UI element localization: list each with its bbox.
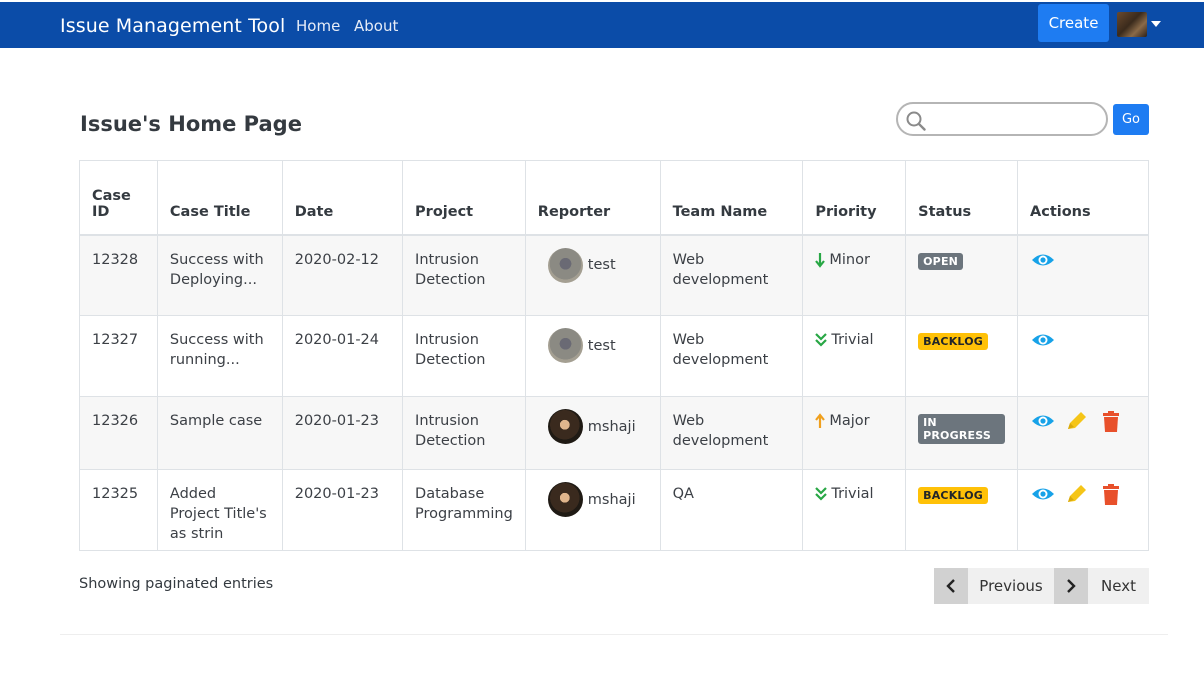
edit-pencil-icon[interactable]	[1064, 484, 1090, 506]
page-title: Issue's Home Page	[80, 112, 302, 136]
column-header-actions: Actions	[1017, 160, 1149, 236]
table-row: 12327 Success with running... 2020-01-24…	[79, 315, 1149, 397]
double-chevron-down-icon	[815, 487, 828, 501]
delete-trash-icon[interactable]	[1098, 411, 1124, 433]
reporter-avatar	[547, 482, 583, 517]
pagination-info: Showing paginated entries	[79, 576, 274, 592]
arrow-up-icon	[815, 413, 826, 428]
case-team: Web development	[659, 234, 804, 316]
table-row: 12326 Sample case 2020-01-23 Intrusion D…	[79, 396, 1149, 470]
case-id: 12328	[79, 234, 158, 316]
case-reporter: mshaji	[524, 469, 661, 551]
reporter-name: test	[587, 257, 616, 273]
delete-trash-icon[interactable]	[1098, 484, 1124, 506]
case-actions	[1017, 234, 1149, 316]
user-avatar[interactable]	[1117, 12, 1147, 37]
case-status: BACKLOG	[905, 315, 1018, 397]
case-priority: Trivial	[802, 469, 907, 551]
case-priority: Major	[802, 396, 907, 470]
chevron-right-icon[interactable]	[1054, 568, 1088, 604]
case-project: Intrusion Detection	[402, 315, 526, 397]
case-team: QA	[659, 469, 804, 551]
case-project: Database Programming	[402, 469, 526, 551]
column-header-team-name[interactable]: Team Name	[659, 160, 804, 236]
edit-pencil-icon[interactable]	[1064, 411, 1090, 433]
priority-label: Trivial	[831, 486, 874, 502]
search-go-button[interactable]: Go	[1113, 104, 1149, 135]
priority-label: Minor	[829, 251, 870, 268]
reporter-name: test	[587, 337, 616, 354]
search-input[interactable]	[932, 108, 1100, 130]
case-status: OPEN	[905, 234, 1018, 316]
priority-label: Major	[829, 413, 870, 429]
case-date: 2020-01-23	[281, 396, 404, 470]
issues-table: Case ID Case Title Date Project Reporter…	[79, 160, 1149, 551]
case-priority: Minor	[802, 234, 907, 316]
status-badge: BACKLOG	[918, 487, 989, 504]
case-priority: Trivial	[802, 315, 907, 397]
view-eye-icon[interactable]	[1030, 411, 1056, 433]
reporter-avatar	[547, 247, 583, 283]
column-header-reporter[interactable]: Reporter	[524, 160, 661, 236]
case-id: 12325	[79, 469, 158, 551]
top-navbar: Issue Management Tool Home About Create	[0, 2, 1204, 48]
case-reporter: mshaji	[524, 396, 661, 470]
status-badge: OPEN	[918, 252, 964, 270]
column-header-status[interactable]: Status	[905, 160, 1018, 236]
table-row: 12325 Added Project Title's as strin 202…	[79, 469, 1149, 551]
case-title[interactable]: Success with running...	[156, 315, 283, 397]
pagination: Previous Next	[934, 568, 1149, 604]
double-chevron-down-icon	[815, 333, 828, 347]
next-page-button[interactable]: Next	[1088, 568, 1149, 604]
arrow-down-icon	[815, 252, 826, 268]
caret-down-icon[interactable]	[1151, 21, 1161, 27]
case-team: Web development	[659, 396, 804, 470]
case-reporter: test	[524, 315, 661, 397]
view-eye-icon[interactable]	[1030, 484, 1056, 506]
chevron-left-icon[interactable]	[934, 568, 968, 604]
case-title[interactable]: Success with Deploying...	[156, 234, 283, 316]
case-id: 12327	[79, 315, 158, 397]
case-status: BACKLOG	[905, 469, 1018, 551]
status-badge: BACKLOG	[918, 333, 989, 350]
case-date: 2020-01-24	[281, 315, 404, 397]
column-header-project[interactable]: Project	[402, 160, 526, 236]
case-team: Web development	[659, 315, 804, 397]
case-date: 2020-01-23	[281, 469, 404, 551]
case-project: Intrusion Detection	[402, 396, 526, 470]
table-row: 12328 Success with Deploying... 2020-02-…	[79, 234, 1149, 316]
footer-divider	[60, 634, 1168, 635]
create-button[interactable]: Create	[1038, 4, 1109, 42]
previous-page-button[interactable]: Previous	[968, 568, 1054, 604]
reporter-name: mshaji	[587, 418, 636, 435]
reporter-avatar	[547, 409, 583, 444]
case-actions	[1017, 315, 1149, 397]
view-eye-icon[interactable]	[1030, 250, 1056, 272]
table-header-row: Case ID Case Title Date Project Reporter…	[79, 160, 1149, 236]
status-badge: IN PROGRESS	[918, 414, 1005, 444]
column-header-case-title[interactable]: Case Title	[156, 160, 283, 236]
case-id: 12326	[79, 396, 158, 470]
column-header-priority[interactable]: Priority	[802, 160, 907, 236]
case-actions	[1017, 469, 1149, 551]
case-title[interactable]: Added Project Title's as strin	[156, 469, 283, 551]
view-eye-icon[interactable]	[1030, 330, 1056, 352]
nav-link-home[interactable]: Home	[296, 17, 340, 35]
search-box	[896, 102, 1108, 136]
case-reporter: test	[524, 234, 661, 316]
case-actions	[1017, 396, 1149, 470]
reporter-avatar	[547, 328, 583, 363]
column-header-case-id[interactable]: Case ID	[79, 160, 158, 236]
case-title[interactable]: Sample case	[156, 396, 283, 470]
case-date: 2020-02-12	[281, 234, 404, 316]
case-project: Intrusion Detection	[402, 234, 526, 316]
reporter-name: mshaji	[587, 491, 636, 508]
brand-title[interactable]: Issue Management Tool	[60, 15, 285, 37]
search-icon	[906, 111, 926, 131]
nav-link-about[interactable]: About	[354, 17, 398, 35]
case-status: IN PROGRESS	[905, 396, 1018, 470]
priority-label: Trivial	[831, 332, 874, 348]
column-header-date[interactable]: Date	[281, 160, 404, 236]
